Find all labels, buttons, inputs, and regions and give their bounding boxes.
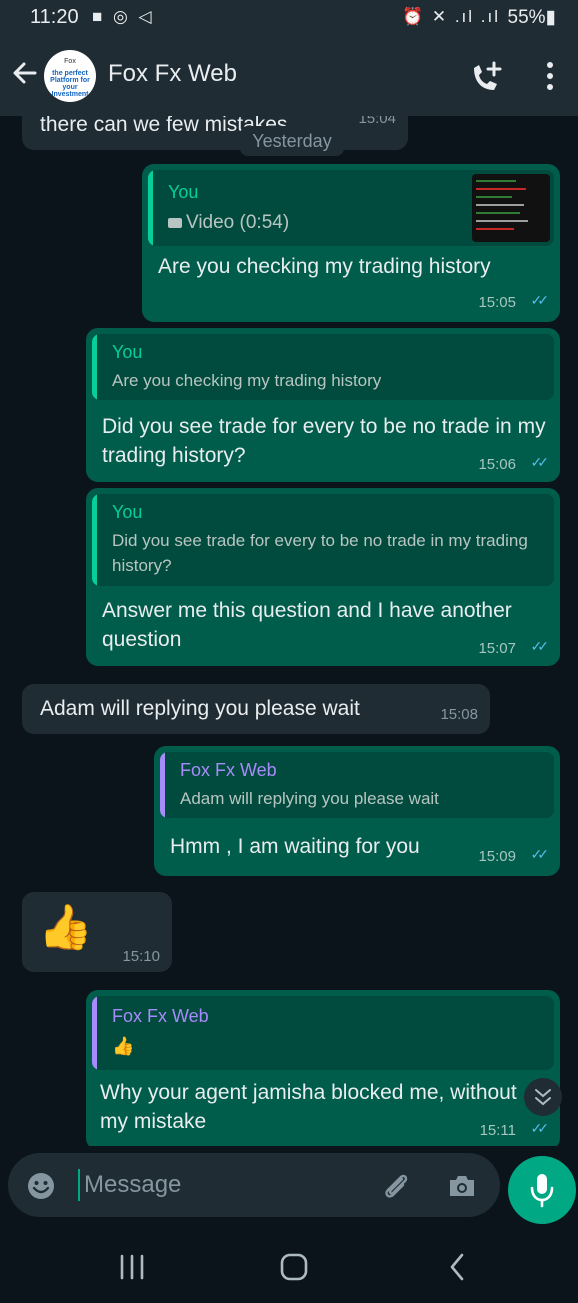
- message-time: 15:10: [122, 948, 160, 965]
- date-chip: Yesterday: [240, 126, 344, 156]
- message-text: Answer me this question and I have anoth…: [102, 599, 512, 651]
- back-icon[interactable]: [440, 1250, 476, 1284]
- quoted-text: Video (0:54): [186, 212, 290, 233]
- quoted-sender: You: [168, 182, 199, 202]
- message-time: 15:05: [478, 294, 516, 311]
- message-input-box[interactable]: Message: [8, 1153, 500, 1217]
- message-time: 15:04: [358, 116, 396, 127]
- mic-icon: [527, 1172, 557, 1213]
- message-input[interactable]: Message: [84, 1171, 181, 1199]
- message-incoming-partial[interactable]: there can we few mistakes 15:04: [22, 116, 408, 150]
- read-ticks-icon: ✓✓: [530, 846, 550, 862]
- contact-name[interactable]: Fox Fx Web: [108, 60, 237, 88]
- message-composer: Message: [0, 1146, 578, 1232]
- avatar-logo-text: Fox: [64, 58, 76, 65]
- thumbs-up-emoji: 👍: [38, 903, 93, 952]
- read-ticks-icon: ✓✓: [530, 1120, 550, 1136]
- scroll-down-icon: [524, 1078, 562, 1121]
- message-time: 15:06: [478, 456, 516, 473]
- message-text: Adam will replying you please wait: [40, 697, 360, 720]
- status-bar: 11:20 ■ ◎ ◁ ⏰ ✕ .ıl .ıl 55%▮: [0, 0, 578, 36]
- quoted-message[interactable]: Fox Fx Web 👍: [92, 996, 554, 1070]
- quoted-text: Did you see trade for every to be no tra…: [112, 531, 528, 575]
- quoted-sender: Fox Fx Web: [112, 1006, 209, 1026]
- quoted-message[interactable]: You Are you checking my trading history: [92, 334, 554, 400]
- chat-header: Fox the perfect Platform for your Invest…: [0, 36, 578, 116]
- message-outgoing[interactable]: You Are you checking my trading history …: [86, 328, 560, 482]
- quoted-sender: Fox Fx Web: [180, 760, 277, 780]
- emoji-icon[interactable]: [26, 1171, 56, 1201]
- battery-indicator: 55%▮: [507, 7, 556, 28]
- attach-icon[interactable]: [380, 1171, 412, 1201]
- message-outgoing[interactable]: Fox Fx Web Adam will replying you please…: [154, 746, 560, 876]
- status-system-icons: ⏰ ✕ .ıl .ıl: [401, 7, 500, 26]
- read-ticks-icon: ✓✓: [530, 638, 550, 654]
- status-time: 11:20: [30, 6, 79, 28]
- video-icon: [168, 218, 182, 228]
- message-outgoing[interactable]: You Did you see trade for every to be no…: [86, 488, 560, 666]
- message-incoming-emoji[interactable]: 👍 15:10: [22, 892, 172, 972]
- system-navigation-bar: [0, 1232, 578, 1303]
- message-text: Hmm , I am waiting for you: [170, 835, 420, 858]
- quoted-text: Adam will replying you please wait: [180, 789, 439, 808]
- quoted-sender: You: [112, 342, 143, 362]
- message-time: 15:08: [440, 706, 478, 723]
- message-outgoing[interactable]: Fox Fx Web 👍 Why your agent jamisha bloc…: [86, 990, 560, 1146]
- read-ticks-icon: ✓✓: [530, 454, 550, 470]
- avatar-tagline: the perfect Platform for your Investment: [50, 70, 90, 98]
- message-text: Are you checking my trading history: [158, 255, 491, 278]
- chat-area[interactable]: there can we few mistakes 15:04 Yesterda…: [0, 116, 578, 1146]
- contact-avatar[interactable]: Fox the perfect Platform for your Invest…: [44, 50, 96, 102]
- message-text: Why your agent jamisha blocked me, witho…: [100, 1081, 517, 1133]
- scroll-down-button[interactable]: [524, 1078, 562, 1116]
- quoted-text: Are you checking my trading history: [112, 371, 382, 390]
- quoted-message[interactable]: You Did you see trade for every to be no…: [92, 494, 554, 586]
- home-icon[interactable]: [276, 1250, 312, 1284]
- message-time: 15:11: [479, 1122, 516, 1139]
- message-time: 15:09: [478, 848, 516, 865]
- quoted-message[interactable]: Fox Fx Web Adam will replying you please…: [160, 752, 554, 818]
- video-thumbnail[interactable]: [472, 174, 550, 242]
- recent-apps-icon[interactable]: [114, 1250, 150, 1284]
- quoted-message[interactable]: You Video (0:54): [148, 170, 554, 246]
- more-options-icon[interactable]: [540, 60, 560, 94]
- status-notification-icons: ■ ◎ ◁: [92, 7, 155, 26]
- camera-icon[interactable]: [446, 1171, 478, 1201]
- back-arrow-icon[interactable]: [8, 56, 42, 90]
- message-incoming[interactable]: Adam will replying you please wait 15:08: [22, 684, 490, 734]
- date-chip-label: Yesterday: [252, 131, 332, 151]
- add-call-icon[interactable]: [468, 60, 506, 94]
- message-time: 15:07: [478, 640, 516, 657]
- read-ticks-icon: ✓✓: [530, 292, 550, 308]
- message-outgoing[interactable]: You Video (0:54) Are you checking my tra…: [142, 164, 560, 322]
- text-caret: [78, 1169, 80, 1201]
- quoted-sender: You: [112, 502, 143, 522]
- quoted-emoji: 👍: [112, 1036, 135, 1056]
- mic-button[interactable]: [508, 1156, 576, 1224]
